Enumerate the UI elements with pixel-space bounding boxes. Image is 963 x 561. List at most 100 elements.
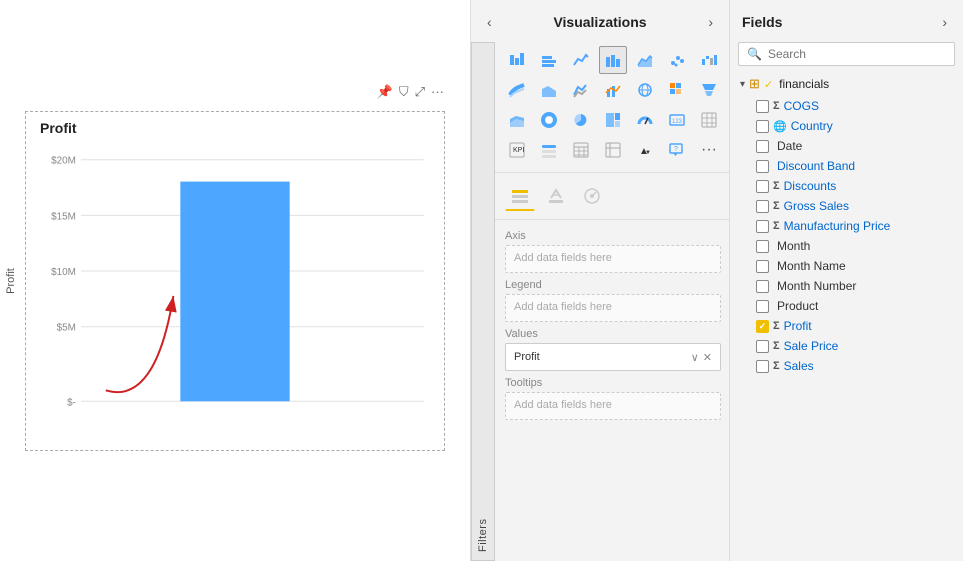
viz-icon-qa[interactable]: ?: [663, 136, 691, 164]
checkbox-month[interactable]: [756, 240, 769, 253]
field-well-axis: Axis Add data fields here: [505, 230, 721, 273]
list-item-sale-price[interactable]: Σ Sale Price: [734, 336, 959, 356]
search-box[interactable]: 🔍: [738, 42, 955, 66]
viz-icon-combo[interactable]: [599, 76, 627, 104]
list-item-month-number[interactable]: Month Number: [734, 276, 959, 296]
checkbox-date[interactable]: [756, 140, 769, 153]
viz-icon-row-3: 123: [503, 106, 723, 134]
viz-icon-treemap[interactable]: [599, 106, 627, 134]
field-name-month-number: Month Number: [777, 279, 856, 293]
field-name-profit: Profit: [784, 319, 812, 333]
filters-tab[interactable]: Filters: [471, 42, 495, 561]
viz-icon-map[interactable]: [631, 76, 659, 104]
list-item-product[interactable]: Product: [734, 296, 959, 316]
tooltips-drop[interactable]: Add data fields here: [505, 392, 721, 420]
list-item-month-name[interactable]: Month Name: [734, 256, 959, 276]
export-icon[interactable]: ⤢: [415, 84, 425, 100]
field-name-date: Date: [777, 139, 802, 153]
viz-icon-area[interactable]: [631, 46, 659, 74]
more-icon[interactable]: ···: [431, 84, 444, 99]
checkbox-sale-price[interactable]: [756, 340, 769, 353]
list-item-country[interactable]: 🌐 Country: [734, 116, 959, 136]
viz-icon-slicer[interactable]: [535, 136, 563, 164]
list-item-date[interactable]: Date: [734, 136, 959, 156]
list-item-discount-band[interactable]: Discount Band: [734, 156, 959, 176]
pin-icon[interactable]: 📌: [377, 84, 393, 100]
fields-table-header[interactable]: ▾ ⊞ ✓ financials: [734, 72, 959, 96]
search-input[interactable]: [768, 47, 946, 61]
filter-icon[interactable]: ⛉: [399, 84, 409, 100]
field-well-tooltips: Tooltips Add data fields here: [505, 377, 721, 420]
globe-icon-country: 🌐: [773, 120, 787, 133]
chart-toolbar: 📌 ⛉ ⤢ ···: [377, 84, 444, 100]
viz-icon-funnel[interactable]: [695, 76, 723, 104]
list-item-sales[interactable]: Σ Sales: [734, 356, 959, 376]
viz-nav-prev[interactable]: ‹: [483, 10, 496, 34]
chart-container: 📌 ⛉ ⤢ ··· Profit Profit $20M $15M $10M $…: [25, 111, 445, 451]
checkbox-gross-sales[interactable]: [756, 200, 769, 213]
chart-svg: $20M $15M $10M $5M $-: [26, 112, 444, 450]
search-icon: 🔍: [747, 47, 762, 61]
values-remove-icon[interactable]: ✕: [703, 351, 712, 364]
build-analytics-btn[interactable]: [577, 181, 607, 211]
sigma-icon-sale-price: Σ: [773, 340, 780, 352]
field-name-manufacturing-price: Manufacturing Price: [784, 219, 891, 233]
viz-icon-decomp[interactable]: ▲▼: [631, 136, 659, 164]
viz-icons-grid: 123 KPI: [495, 42, 731, 168]
fields-header: Fields ›: [730, 0, 963, 42]
legend-label: Legend: [505, 279, 721, 291]
viz-icon-heatmap[interactable]: [663, 76, 691, 104]
list-item-profit[interactable]: ✓ Σ Profit: [734, 316, 959, 336]
list-item-discounts[interactable]: Σ Discounts: [734, 176, 959, 196]
fields-nav-next[interactable]: ›: [938, 10, 951, 34]
viz-icon-ribbon[interactable]: [503, 76, 531, 104]
checkbox-discounts[interactable]: [756, 180, 769, 193]
checkbox-month-number[interactable]: [756, 280, 769, 293]
viz-icon-waterfall[interactable]: [695, 46, 723, 74]
legend-drop[interactable]: Add data fields here: [505, 294, 721, 322]
axis-drop[interactable]: Add data fields here: [505, 245, 721, 273]
chevron-down-icon: ▾: [740, 79, 745, 90]
viz-icon-pie[interactable]: [567, 106, 595, 134]
viz-icon-stacked-bar[interactable]: [503, 46, 531, 74]
viz-nav-next[interactable]: ›: [704, 10, 717, 34]
values-field-value[interactable]: Profit ∨ ✕: [505, 343, 721, 371]
list-item-cogs[interactable]: Σ COGS: [734, 96, 959, 116]
viz-icon-more[interactable]: ···: [695, 136, 723, 164]
fields-table-group: ▾ ⊞ ✓ financials Σ COGS 🌐 Country Date: [734, 72, 959, 376]
viz-icon-line[interactable]: [567, 46, 595, 74]
viz-icon-card[interactable]: 123: [663, 106, 691, 134]
viz-icon-row-2: [503, 76, 723, 104]
viz-icon-table[interactable]: [567, 136, 595, 164]
checkbox-month-name[interactable]: [756, 260, 769, 273]
list-item-month[interactable]: Month: [734, 236, 959, 256]
build-format-btn[interactable]: [541, 181, 571, 211]
checkbox-product[interactable]: [756, 300, 769, 313]
checkbox-profit[interactable]: ✓: [756, 320, 769, 333]
viz-icon-gauge[interactable]: [631, 106, 659, 134]
viz-icon-line2[interactable]: [567, 76, 595, 104]
checkbox-discount-band[interactable]: [756, 160, 769, 173]
viz-icon-donut[interactable]: [535, 106, 563, 134]
viz-icon-scatter[interactable]: [663, 46, 691, 74]
viz-icon-stacked-area[interactable]: [503, 106, 531, 134]
build-fields-btn[interactable]: [505, 181, 535, 211]
values-label: Values: [505, 328, 721, 340]
checkbox-cogs[interactable]: [756, 100, 769, 113]
field-name-month: Month: [777, 239, 810, 253]
viz-icon-bar[interactable]: [535, 46, 563, 74]
viz-icon-column-chart[interactable]: [599, 46, 627, 74]
checkbox-country[interactable]: [756, 120, 769, 133]
checkbox-sales[interactable]: [756, 360, 769, 373]
values-expand-icon[interactable]: ∨: [691, 351, 699, 364]
viz-icon-matrix2[interactable]: [599, 136, 627, 164]
svg-text:KPI: KPI: [513, 147, 524, 154]
viz-icon-area2[interactable]: [535, 76, 563, 104]
sigma-icon-profit: Σ: [773, 320, 780, 332]
list-item-gross-sales[interactable]: Σ Gross Sales: [734, 196, 959, 216]
list-item-manufacturing-price[interactable]: Σ Manufacturing Price: [734, 216, 959, 236]
checkbox-manufacturing-price[interactable]: [756, 220, 769, 233]
field-name-cogs: COGS: [784, 99, 819, 113]
viz-icon-matrix[interactable]: [695, 106, 723, 134]
viz-icon-kpi[interactable]: KPI: [503, 136, 531, 164]
